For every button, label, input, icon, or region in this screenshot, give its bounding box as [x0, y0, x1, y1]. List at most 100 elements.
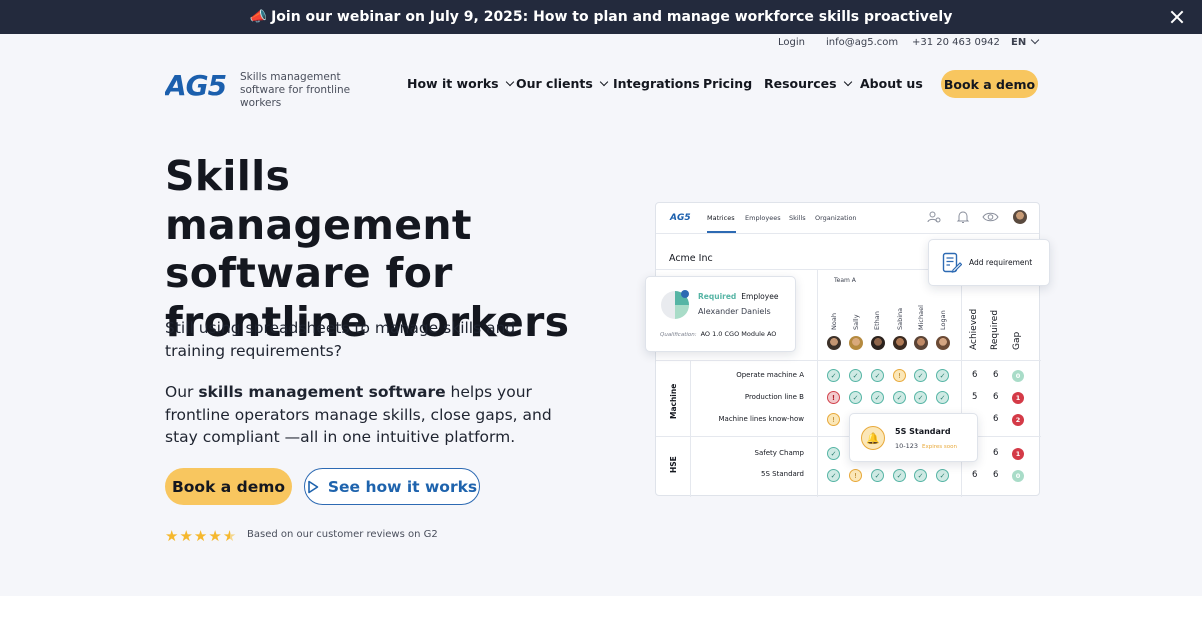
gap-badge: 1: [1012, 448, 1024, 460]
required-count: 6: [993, 414, 999, 424]
close-icon[interactable]: [1170, 10, 1184, 24]
divider: [817, 269, 818, 497]
employee-name: Logan: [939, 310, 947, 330]
skill-status-ok: ✓: [827, 469, 840, 482]
rating-stars: ★ ★ ★ ★ ★: [165, 527, 237, 545]
chevron-down-icon: [843, 77, 852, 87]
bell-icon: [956, 211, 970, 223]
book-demo-header-button[interactable]: Book a demo: [941, 70, 1038, 98]
skill-status-ok: ✓: [914, 369, 927, 382]
employee-name: Sally: [852, 314, 860, 330]
document-edit-icon: [942, 252, 962, 273]
company-name: Acme Inc: [669, 253, 713, 264]
login-link[interactable]: Login: [778, 37, 805, 48]
tagline: Skills management software for frontline…: [240, 71, 351, 109]
skill-status-ok: ✓: [871, 469, 884, 482]
nav-resources[interactable]: Resources: [764, 76, 852, 91]
required-label: Required: [698, 292, 737, 301]
requirement-card: Required Employee Alexander Daniels Quali…: [645, 276, 796, 352]
required-count: 6: [993, 470, 999, 480]
group-label-hse: HSE: [669, 456, 678, 473]
mockup-logo: AG5: [670, 213, 691, 223]
mockup-tab-employees: Employees: [745, 214, 781, 222]
role-label: Employee: [741, 292, 779, 301]
add-requirement-card: Add requirement: [928, 239, 1050, 286]
skill-status-ok: ✓: [914, 391, 927, 404]
gap-header: Gap: [1012, 331, 1022, 350]
star-icon: ★: [179, 527, 193, 545]
mockup-tab-matrices: Matrices: [707, 214, 735, 222]
standard-meta: 10-123 Expires soon: [895, 442, 957, 450]
nav-label: Pricing: [703, 76, 753, 91]
ag5-logo[interactable]: AG5: [163, 69, 231, 102]
play-icon: [308, 480, 319, 493]
required-count: 6: [993, 448, 999, 458]
rating-text: Based on our customer reviews on G2: [247, 529, 438, 540]
see-how-it-works-button[interactable]: See how it works: [304, 468, 480, 505]
nav-label: Integrations: [613, 76, 700, 91]
skill-status-warn: !: [849, 469, 862, 482]
star-icon: ★: [208, 527, 222, 545]
employee-name: Michael: [917, 305, 925, 330]
nav-about-us[interactable]: About us: [860, 76, 923, 91]
secondary-button-label: See how it works: [327, 477, 478, 496]
qualification-line: Qualification: AO 1.0 CGO Module AO: [660, 330, 776, 338]
gap-badge: 2: [1012, 414, 1024, 426]
email-link[interactable]: info@ag5.com: [826, 37, 898, 48]
achieved-count: 6: [972, 370, 978, 380]
language-selector[interactable]: EN: [1011, 35, 1040, 48]
divider: [690, 360, 691, 497]
pie-chart-icon: [661, 290, 689, 319]
required-count: 6: [993, 370, 999, 380]
skill-status-ok: ✓: [914, 469, 927, 482]
active-tab-underline: [707, 231, 736, 233]
mockup-nav: AG5 Matrices Employees Skills Organizati…: [656, 203, 1039, 234]
skill-status-ok: ✓: [893, 469, 906, 482]
megaphone-icon: 📣: [249, 9, 268, 25]
gap-badge: 0: [1012, 470, 1024, 482]
nav-how-it-works[interactable]: How it works: [407, 76, 514, 91]
skill-status-err: !: [827, 391, 840, 404]
hero-paragraph-2: Our skills management software helps you…: [165, 381, 555, 449]
employee-name: Noah: [830, 313, 838, 330]
half-star-icon: ★: [222, 527, 237, 545]
gap-badge: 0: [1012, 370, 1024, 382]
employee-name: Sabina: [896, 307, 904, 330]
star-icon: ★: [193, 527, 208, 545]
skill-row-label: Machine lines know-how: [718, 415, 804, 423]
skill-status-ok: ✓: [827, 447, 840, 460]
hero-paragraph-1: Still using spreadsheets to manage skill…: [165, 319, 516, 360]
skill-status-ok: ✓: [893, 391, 906, 404]
avatar: [936, 336, 950, 350]
standard-title: 5S Standard: [895, 427, 951, 436]
nav-pricing[interactable]: Pricing: [703, 76, 752, 91]
announcement-text[interactable]: Join our webinar on July 9, 2025: How to…: [271, 9, 952, 25]
star-icon: ★: [165, 527, 179, 545]
nav-our-clients[interactable]: Our clients: [516, 76, 609, 91]
nav-integrations[interactable]: Integrations: [613, 76, 700, 91]
next-section: [0, 596, 1202, 627]
eye-icon: [982, 212, 999, 222]
p2-bold: skills management software: [198, 383, 446, 401]
skill-status-ok: ✓: [936, 469, 949, 482]
users-icon: [927, 211, 941, 223]
announcement-bar[interactable]: 📣 Join our webinar on July 9, 2025: How …: [0, 0, 1202, 34]
nav-label: Our clients: [516, 76, 593, 91]
nav-label: About us: [860, 76, 923, 91]
qualification-label: Qualification:: [660, 332, 697, 338]
employee-name: Ethan: [873, 311, 881, 330]
p2-before: Our: [165, 383, 199, 401]
avatar: [893, 336, 907, 350]
mockup-tab-organization: Organization: [815, 214, 857, 222]
group-label-machine: Machine: [669, 383, 678, 419]
avatar: [871, 336, 885, 350]
chevron-down-icon: [599, 77, 609, 87]
utility-bar: Login info@ag5.com +31 20 463 0942 EN: [0, 34, 1202, 52]
book-demo-button[interactable]: Book a demo: [165, 468, 292, 505]
achieved-header: Achieved: [969, 308, 979, 350]
required-header: Required: [990, 309, 1000, 350]
phone-link[interactable]: +31 20 463 0942: [912, 37, 1000, 48]
skill-status-ok: ✓: [827, 369, 840, 382]
mockup-tab-skills: Skills: [789, 214, 806, 222]
qualification-value: AO 1.0 CGO Module AO: [700, 330, 777, 338]
